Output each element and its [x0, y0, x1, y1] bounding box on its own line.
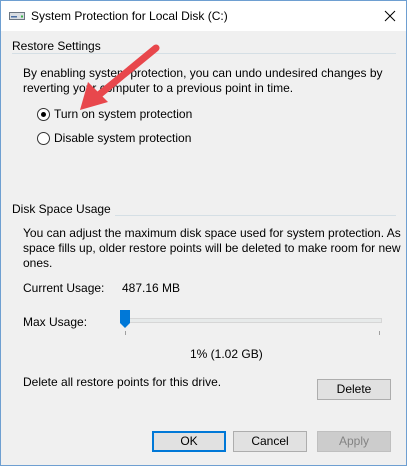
delete-button[interactable]: Delete — [317, 379, 391, 400]
title-bar: System Protection for Local Disk (C:) — [1, 1, 406, 31]
delete-restore-points-text: Delete all restore points for this drive… — [23, 375, 222, 389]
max-usage-readout: 1% (1.02 GB) — [190, 347, 263, 361]
disk-description-line-3: ones. — [23, 256, 53, 270]
current-usage-value: 487.16 MB — [122, 281, 181, 295]
disk-description-line-2: space fills up, older restore points wil… — [23, 241, 401, 255]
restore-settings-heading: Restore Settings — [12, 39, 105, 53]
disk-space-heading: Disk Space Usage — [12, 202, 115, 216]
window-title: System Protection for Local Disk (C:) — [31, 9, 228, 23]
restore-description-line-1: By enabling system protection, you can u… — [23, 66, 383, 80]
apply-button: Apply — [317, 431, 391, 452]
disk-space-description: You can adjust the maximum disk space us… — [23, 226, 401, 271]
radio-button-checked[interactable] — [37, 108, 50, 121]
system-protection-dialog: System Protection for Local Disk (C:) Re… — [0, 0, 407, 466]
max-usage-slider-thumb[interactable] — [120, 310, 130, 328]
max-usage-label: Max Usage: — [23, 315, 88, 329]
slider-tick-max — [379, 331, 380, 335]
current-usage-label: Current Usage: — [23, 281, 105, 295]
restore-description-line-2: reverting your computer to a previous po… — [23, 81, 294, 95]
ok-button[interactable]: OK — [152, 431, 226, 452]
max-usage-slider-track[interactable] — [122, 318, 382, 323]
cancel-button[interactable]: Cancel — [233, 431, 307, 452]
disk-description-line-1: You can adjust the maximum disk space us… — [23, 226, 401, 240]
slider-tick-min — [125, 331, 126, 335]
restore-settings-divider — [12, 53, 396, 54]
radio-label-turn-on: Turn on system protection — [54, 107, 193, 121]
close-button[interactable] — [374, 1, 406, 31]
radio-label-disable: Disable system protection — [54, 131, 192, 145]
restore-settings-description: By enabling system protection, you can u… — [23, 66, 383, 96]
radio-button-unchecked[interactable] — [37, 132, 50, 145]
close-icon — [384, 10, 396, 22]
drive-icon — [9, 10, 25, 22]
